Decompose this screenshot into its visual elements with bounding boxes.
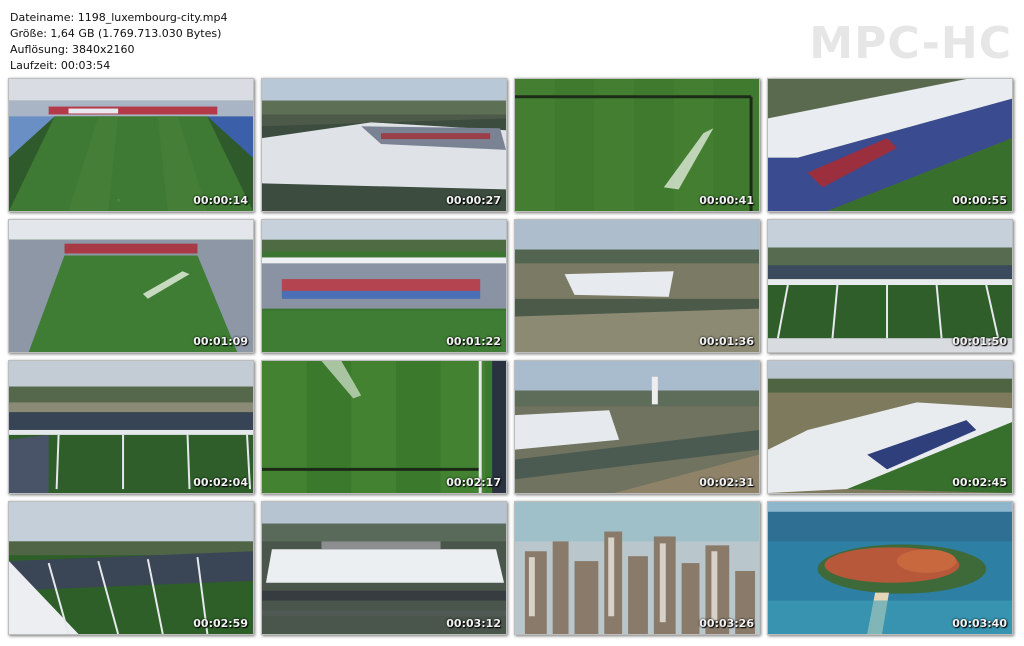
thumbnail-timestamp: 00:01:50 — [952, 335, 1007, 348]
thumbnail-11[interactable]: 00:02:31 — [514, 360, 760, 494]
thumbnail-timestamp: 00:01:09 — [193, 335, 248, 348]
thumbnail-watermark: ◦ — [116, 197, 121, 205]
thumbnail-8[interactable]: 00:01:50 — [767, 219, 1013, 353]
thumbnail-timestamp: 00:03:26 — [699, 617, 754, 630]
file-info-panel: Dateiname: 1198_luxembourg-city.mp4 Größ… — [10, 10, 227, 74]
thumbnail-7[interactable]: 00:01:36 — [514, 219, 760, 353]
file-size: Größe: 1,64 GB (1.769.713.030 Bytes) — [10, 27, 222, 40]
file-duration: Laufzeit: 00:03:54 — [10, 59, 111, 72]
thumbnail-2[interactable]: 00:00:27 — [261, 78, 507, 212]
thumbnail-timestamp: 00:03:12 — [446, 617, 501, 630]
thumbnail-grid: ◦ 00:00:14 00:00:27 00:00:41 00:00:55 00… — [8, 78, 1013, 635]
thumbnail-1[interactable]: ◦ 00:00:14 — [8, 78, 254, 212]
thumbnail-timestamp: 00:00:55 — [952, 194, 1007, 207]
thumbnail-timestamp: 00:00:41 — [699, 194, 754, 207]
thumbnail-timestamp: 00:01:36 — [699, 335, 754, 348]
thumbnail-timestamp: 00:00:27 — [446, 194, 501, 207]
thumbnail-9[interactable]: 00:02:04 — [8, 360, 254, 494]
thumbnail-timestamp: 00:02:04 — [193, 476, 248, 489]
file-name: Dateiname: 1198_luxembourg-city.mp4 — [10, 11, 228, 24]
thumbnail-10[interactable]: 00:02:17 — [261, 360, 507, 494]
thumbnail-14[interactable]: 00:03:12 — [261, 501, 507, 635]
thumbnail-16[interactable]: 00:03:40 — [767, 501, 1013, 635]
thumbnail-timestamp: 00:03:40 — [952, 617, 1007, 630]
thumbnail-15[interactable]: 00:03:26 — [514, 501, 760, 635]
thumbnail-6[interactable]: 00:01:22 — [261, 219, 507, 353]
thumbnail-timestamp: 00:02:59 — [193, 617, 248, 630]
file-resolution: Auflösung: 3840x2160 — [10, 43, 135, 56]
thumbnail-13[interactable]: 00:02:59 — [8, 501, 254, 635]
thumbnail-5[interactable]: 00:01:09 — [8, 219, 254, 353]
thumbnail-3[interactable]: 00:00:41 — [514, 78, 760, 212]
thumbnail-timestamp: 00:01:22 — [446, 335, 501, 348]
thumbnail-timestamp: 00:02:17 — [446, 476, 501, 489]
mpc-hc-logo: MPC-HC — [809, 18, 1012, 69]
thumbnail-4[interactable]: 00:00:55 — [767, 78, 1013, 212]
thumbnail-timestamp: 00:00:14 — [193, 194, 248, 207]
thumbnail-timestamp: 00:02:31 — [699, 476, 754, 489]
thumbnail-12[interactable]: 00:02:45 — [767, 360, 1013, 494]
thumbnail-timestamp: 00:02:45 — [952, 476, 1007, 489]
